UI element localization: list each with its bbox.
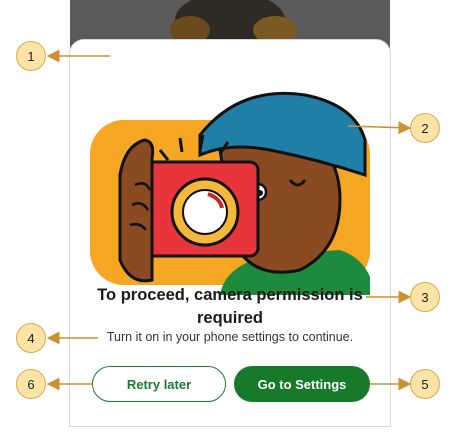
permission-dialog: To proceed, camera permission is require… [70, 40, 390, 426]
callout-4: 4 [16, 323, 46, 353]
callout-6: 6 [16, 369, 46, 399]
dialog-title: To proceed, camera permission is require… [97, 286, 363, 327]
camera-illustration [90, 91, 370, 295]
retry-later-button[interactable]: Retry later [92, 366, 226, 402]
callout-2: 2 [410, 113, 440, 143]
dialog-body: Turn it on in your phone settings to con… [106, 330, 354, 344]
callout-1: 1 [16, 41, 46, 71]
callout-3: 3 [410, 282, 440, 312]
go-to-settings-button[interactable]: Go to Settings [234, 366, 370, 402]
callout-5: 5 [410, 369, 440, 399]
